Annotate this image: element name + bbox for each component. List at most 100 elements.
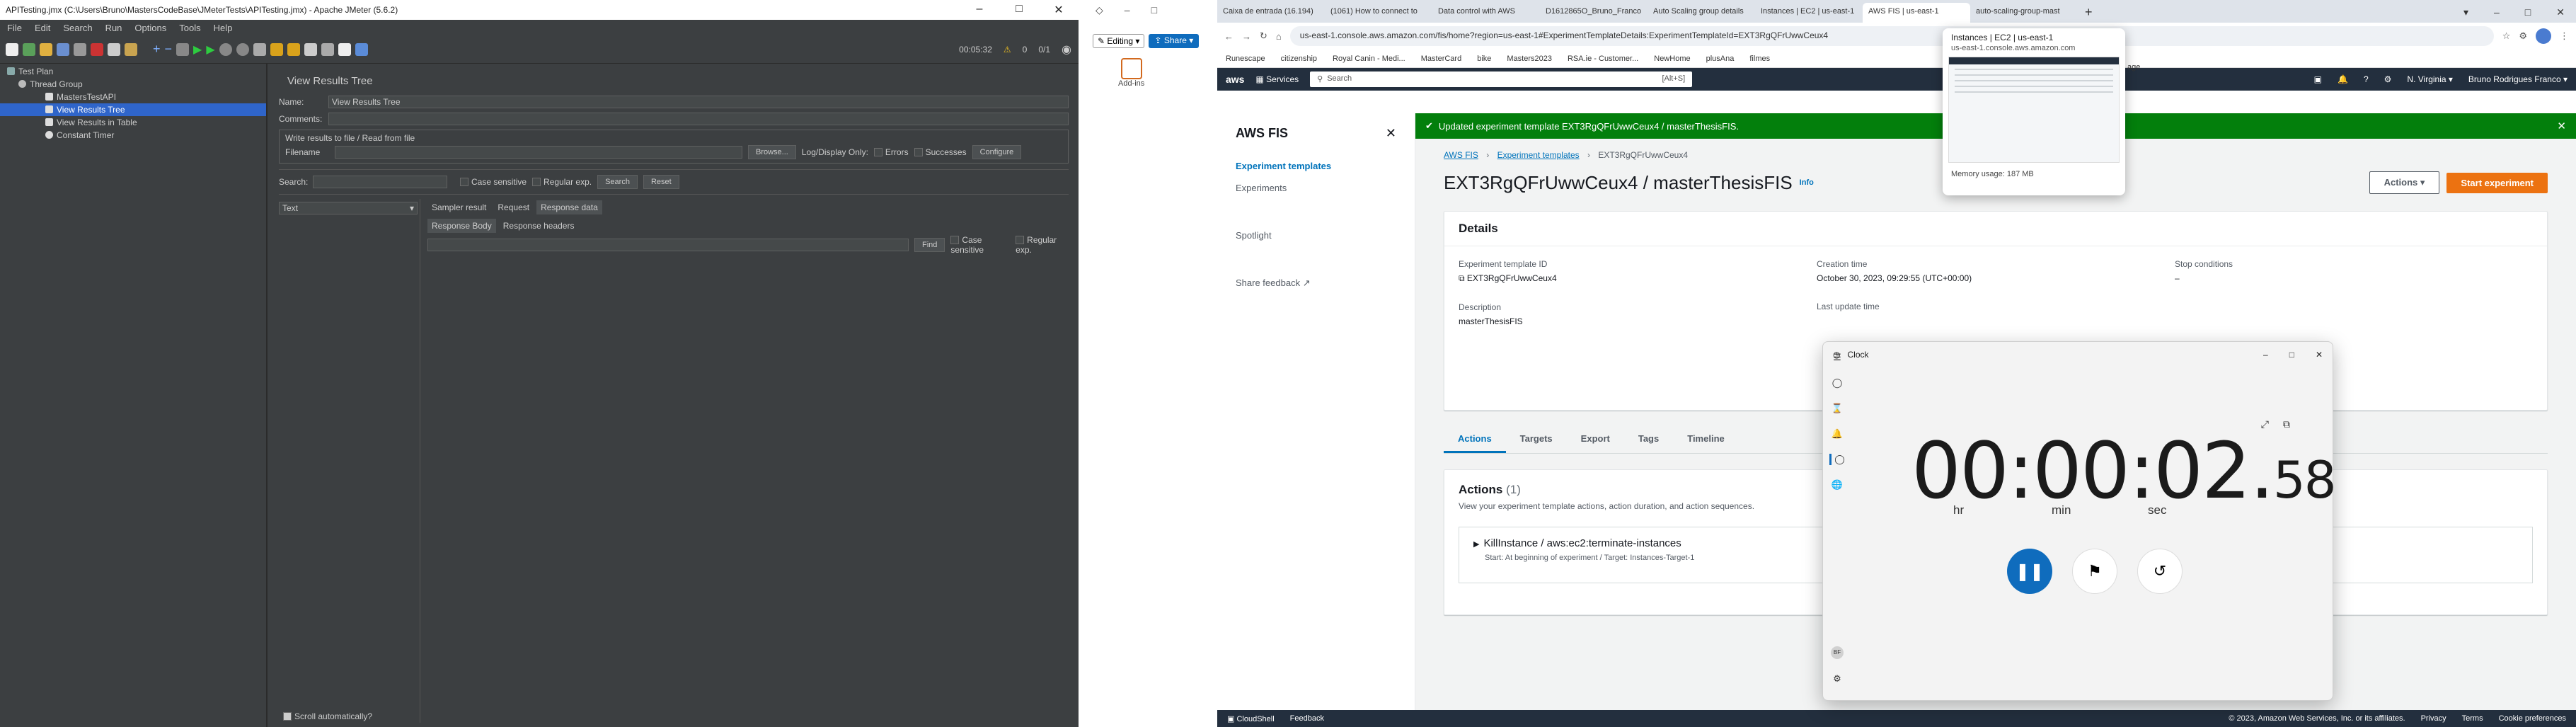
search-input[interactable]: [313, 176, 447, 188]
extensions-icon[interactable]: ⚙: [2519, 30, 2527, 42]
tab-document[interactable]: D1612865O_Bruno_Franco: [1540, 3, 1648, 23]
notifications-icon[interactable]: 🔔: [2338, 74, 2348, 84]
cloudshell-icon[interactable]: ▣: [2314, 74, 2322, 84]
bookmark-mastercard[interactable]: MasterCard: [1421, 55, 1461, 63]
tab-response-data[interactable]: Response data: [536, 200, 602, 214]
url-field[interactable]: us-east-1.console.aws.amazon.com/fis/hom…: [1289, 26, 2494, 46]
sidebar-close-icon[interactable]: ✕: [1386, 126, 1396, 141]
back-icon[interactable]: ←: [1224, 31, 1234, 42]
new-icon[interactable]: [6, 42, 18, 56]
successes-checkbox[interactable]: Successes: [914, 147, 967, 157]
close-icon[interactable]: ✕: [1039, 3, 1079, 17]
browse-button[interactable]: Browse...: [748, 145, 796, 159]
cut-icon[interactable]: [91, 42, 103, 56]
reset-button[interactable]: Reset: [643, 175, 679, 189]
shutdown-icon[interactable]: [236, 42, 249, 56]
find-button[interactable]: Find: [914, 238, 945, 252]
copy-icon[interactable]: ⧉: [1459, 273, 1465, 283]
stop-icon[interactable]: [219, 42, 232, 56]
renderer-select[interactable]: Text ▾: [279, 202, 418, 214]
menu-file[interactable]: File: [7, 23, 22, 33]
tab-search-icon[interactable]: ▾: [2463, 6, 2468, 18]
regular-exp-checkbox[interactable]: Regular exp.: [532, 177, 592, 187]
comments-input[interactable]: [328, 113, 1069, 125]
templates-icon[interactable]: [23, 42, 35, 56]
account-avatar[interactable]: BF: [1831, 646, 1844, 659]
sidebar-item-experiments[interactable]: Experiments: [1236, 183, 1396, 193]
tab-ec2[interactable]: Instances | EC2 | us-east-1: [1755, 3, 1863, 23]
tab-tags[interactable]: Tags: [1624, 426, 1673, 453]
breadcrumb-aws-fis[interactable]: AWS FIS: [1444, 150, 1478, 160]
tab-actions[interactable]: Actions: [1444, 426, 1506, 453]
lap-flag-button[interactable]: ⚑: [2072, 549, 2117, 594]
world-clock-icon[interactable]: 🌐: [1832, 479, 1843, 491]
clear-icon[interactable]: [270, 42, 283, 56]
services-menu[interactable]: ▦ Services: [1255, 74, 1299, 84]
tree-item-view-results-table[interactable]: View Results in Table: [0, 116, 266, 129]
tab-response-headers[interactable]: Response headers: [499, 219, 579, 233]
addins-group[interactable]: Add-ins: [1079, 48, 1217, 88]
menu-run[interactable]: Run: [105, 23, 122, 33]
copy-icon[interactable]: [108, 42, 120, 56]
errors-checkbox[interactable]: Errors: [873, 147, 909, 157]
configure-button[interactable]: Configure: [972, 145, 1022, 159]
function-helper-icon[interactable]: [338, 42, 351, 56]
menu-tools[interactable]: Tools: [179, 23, 200, 33]
hamburger-menu-icon[interactable]: ☰: [1833, 352, 1841, 363]
minimize-icon[interactable]: –: [960, 3, 999, 17]
start-no-pauses-icon[interactable]: ▶: [206, 42, 214, 57]
reset-button[interactable]: ↺: [2137, 549, 2183, 594]
share-button[interactable]: ⇪ Share ▾: [1149, 34, 1200, 48]
cookie-preferences-link[interactable]: Cookie preferences: [2499, 714, 2566, 723]
open-icon[interactable]: [40, 42, 52, 56]
focus-sessions-icon[interactable]: ◯: [1832, 377, 1843, 389]
help-icon[interactable]: ?: [2364, 74, 2369, 84]
new-tab-icon[interactable]: +: [2078, 5, 2100, 23]
office-minimize-icon[interactable]: –: [1125, 4, 1130, 16]
tab-export[interactable]: Export: [1567, 426, 1624, 453]
tab-response-body[interactable]: Response Body: [427, 219, 496, 233]
bookmark-newhome[interactable]: NewHome: [1654, 55, 1690, 63]
feedback-link[interactable]: Feedback: [1290, 714, 1324, 723]
account-menu[interactable]: Bruno Rodrigues Franco ▾: [2468, 74, 2568, 84]
filename-input[interactable]: [335, 146, 742, 159]
menu-help[interactable]: Help: [214, 23, 233, 33]
tree-item-test-plan[interactable]: Test Plan: [0, 65, 266, 78]
tree-item-view-results-tree[interactable]: View Results Tree: [0, 103, 266, 116]
scroll-auto-checkbox[interactable]: Scroll automatically?: [283, 711, 372, 721]
expand-icon[interactable]: +: [153, 42, 161, 57]
tab-timeline[interactable]: Timeline: [1673, 426, 1739, 453]
bookmark-filmes[interactable]: filmes: [1749, 55, 1770, 63]
clear-all-icon[interactable]: [287, 42, 300, 56]
tab-data-control[interactable]: Data control with AWS: [1432, 3, 1540, 23]
tab-youtube[interactable]: (1061) How to connect to: [1325, 3, 1432, 23]
banner-close-icon[interactable]: ✕: [2557, 120, 2566, 132]
bookmark-citizenship[interactable]: citizenship: [1281, 55, 1317, 63]
sidebar-item-experiment-templates[interactable]: Experiment templates: [1236, 161, 1396, 171]
editing-dropdown[interactable]: ✎ Editing ▾: [1093, 34, 1145, 48]
browser-minimize-icon[interactable]: –: [2494, 6, 2500, 18]
tree-item-masters-test-api[interactable]: MastersTestAPI: [0, 91, 266, 103]
maximize-icon[interactable]: □: [999, 3, 1039, 17]
cloudshell-link[interactable]: ▣ CloudShell: [1227, 714, 1275, 723]
reload-icon[interactable]: ↻: [1260, 30, 1267, 42]
menu-edit[interactable]: Edit: [35, 23, 50, 33]
privacy-link[interactable]: Privacy: [2421, 714, 2446, 723]
tree-item-constant-timer[interactable]: Constant Timer: [0, 129, 266, 142]
menu-options[interactable]: Options: [134, 23, 166, 33]
case-sensitive-checkbox[interactable]: Case sensitive: [460, 177, 527, 187]
paste-icon[interactable]: [125, 42, 137, 56]
clock-close-icon[interactable]: ✕: [2316, 350, 2323, 360]
start-experiment-button[interactable]: Start experiment: [2446, 172, 2548, 193]
find-input[interactable]: [427, 239, 909, 251]
remote-start-icon[interactable]: [253, 42, 266, 56]
bookmark-royal-canin[interactable]: Royal Canin - Medi...: [1333, 55, 1405, 63]
tab-request[interactable]: Request: [493, 200, 534, 214]
terms-link[interactable]: Terms: [2462, 714, 2483, 723]
expand-caret-icon[interactable]: ▶: [1473, 540, 1479, 549]
settings-icon[interactable]: ⚙: [2384, 74, 2392, 84]
tree-item-thread-group[interactable]: Thread Group: [0, 78, 266, 91]
chrome-menu-icon[interactable]: ⋮: [2560, 30, 2569, 42]
toggle-icon[interactable]: [176, 42, 190, 56]
actions-button[interactable]: Actions ▾: [2369, 171, 2440, 194]
